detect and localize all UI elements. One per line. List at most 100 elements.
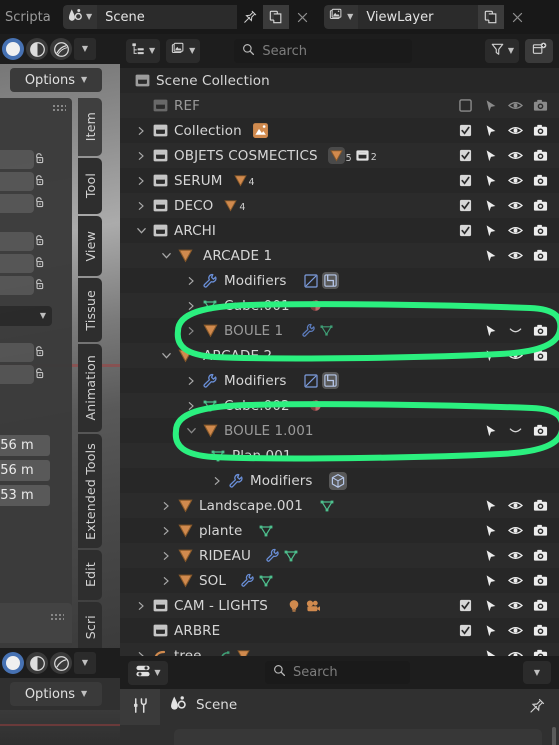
- disclosure-triangle[interactable]: [157, 551, 175, 561]
- selectable-icon[interactable]: [478, 593, 503, 618]
- viewlayer-name-field[interactable]: ViewLayer: [358, 5, 479, 29]
- collection-badge-icon[interactable]: 2: [355, 148, 377, 163]
- camera-icon[interactable]: [528, 643, 553, 656]
- scene-browse-button[interactable]: ▼: [63, 5, 98, 29]
- lock-location-x-icon[interactable]: [33, 152, 46, 165]
- location-y-field[interactable]: [0, 172, 34, 191]
- table-row[interactable]: Scene Collection: [120, 68, 559, 93]
- tab-tool[interactable]: Tool: [78, 158, 102, 214]
- disclosure-triangle[interactable]: [182, 276, 200, 286]
- disclosure-triangle[interactable]: [132, 126, 150, 136]
- material-icon[interactable]: [308, 398, 323, 413]
- eye-open-icon[interactable]: [503, 218, 528, 243]
- rotation-z-field[interactable]: [0, 276, 34, 295]
- solidify-modifier-icon[interactable]: [321, 272, 339, 289]
- table-row[interactable]: DECO 4: [120, 193, 559, 218]
- eye-open-icon[interactable]: [503, 568, 528, 593]
- disclosure-triangle[interactable]: [182, 301, 200, 311]
- selectable-icon[interactable]: [478, 93, 503, 118]
- light-badge-icon[interactable]: [286, 598, 302, 614]
- viewport-3d-secondary[interactable]: ▼ Options ▼: [0, 648, 120, 745]
- lock-rotation-z-icon[interactable]: [33, 278, 46, 291]
- camera-icon[interactable]: [528, 493, 553, 518]
- camera-icon[interactable]: [528, 118, 553, 143]
- eye-open-icon[interactable]: [503, 343, 528, 368]
- disclosure-triangle[interactable]: [132, 601, 150, 611]
- camera-icon[interactable]: [528, 418, 553, 443]
- camera-icon[interactable]: [528, 518, 553, 543]
- grip-dots-icon[interactable]: [52, 104, 66, 112]
- table-row[interactable]: BOULE 1: [120, 318, 559, 343]
- shading-material-button-2[interactable]: [26, 652, 48, 674]
- eye-open-icon[interactable]: [503, 143, 528, 168]
- eye-open-icon[interactable]: [503, 643, 528, 656]
- lock-rotation-y-icon[interactable]: [33, 256, 46, 269]
- lock-location-y-icon[interactable]: [33, 174, 46, 187]
- properties-panel-section[interactable]: [174, 729, 542, 745]
- selectable-icon[interactable]: [478, 618, 503, 643]
- table-row[interactable]: BOULE 1.001: [120, 418, 559, 443]
- camera-badge-icon[interactable]: [305, 598, 321, 614]
- table-row[interactable]: OBJETS COSMECTICS 5 2: [120, 143, 559, 168]
- mesh-badge-icon[interactable]: [236, 648, 251, 656]
- mesh-data-icon[interactable]: [258, 573, 274, 589]
- shading-material-button[interactable]: [26, 38, 48, 60]
- lock-rotation-x-icon[interactable]: [33, 234, 46, 247]
- selectable-icon[interactable]: [478, 143, 503, 168]
- tab-item[interactable]: Item: [78, 98, 102, 156]
- properties-editor[interactable]: ▼ Search ▼ Scene: [120, 656, 559, 745]
- checkbox-on[interactable]: [453, 118, 478, 143]
- solidify-modifier-icon[interactable]: [321, 372, 339, 389]
- checkbox-on[interactable]: [453, 143, 478, 168]
- selectable-icon[interactable]: [478, 418, 503, 443]
- grip-dots-icon[interactable]: [50, 613, 64, 621]
- camera-icon[interactable]: [528, 243, 553, 268]
- selectable-icon[interactable]: [478, 243, 503, 268]
- workspace-tab-scripting[interactable]: Scripta: [0, 10, 60, 25]
- outliner-filter-button[interactable]: ▼: [484, 39, 519, 63]
- camera-icon[interactable]: [528, 93, 553, 118]
- rotation-y-field[interactable]: [0, 254, 34, 273]
- camera-icon[interactable]: [528, 318, 553, 343]
- outliner-new-collection-button[interactable]: [525, 39, 553, 63]
- table-row[interactable]: SOL: [120, 568, 559, 593]
- location-z-field[interactable]: [0, 194, 34, 213]
- mesh-data-icon[interactable]: [283, 548, 299, 564]
- tab-scripting[interactable]: Scri: [78, 602, 102, 648]
- shading-rendered-button[interactable]: [50, 38, 72, 60]
- eye-open-icon[interactable]: [503, 93, 528, 118]
- scene-delete-button[interactable]: [289, 5, 315, 29]
- camera-icon[interactable]: [528, 218, 553, 243]
- camera-icon[interactable]: [528, 193, 553, 218]
- tab-extended-tools[interactable]: Extended Tools: [78, 434, 102, 548]
- mesh-data-icon[interactable]: [319, 323, 334, 338]
- disclosure-triangle[interactable]: [157, 350, 175, 361]
- table-row[interactable]: RIDEAU: [120, 543, 559, 568]
- table-row[interactable]: Modifiers: [120, 268, 559, 293]
- rotation-mode-dropdown[interactable]: ▼: [0, 306, 52, 326]
- scale-x-field[interactable]: [0, 343, 34, 362]
- tab-animation[interactable]: Animation: [78, 344, 102, 432]
- table-row[interactable]: ARCADE 2: [120, 343, 559, 368]
- eye-open-icon[interactable]: [503, 493, 528, 518]
- image-badge-icon[interactable]: [252, 122, 269, 139]
- table-row[interactable]: Modifiers: [120, 368, 559, 393]
- camera-icon[interactable]: [528, 568, 553, 593]
- tab-tool-properties[interactable]: [120, 689, 160, 725]
- selectable-icon[interactable]: [478, 118, 503, 143]
- shading-rendered-button-2[interactable]: [50, 652, 72, 674]
- material-icon[interactable]: [308, 298, 323, 313]
- mesh-data-icon[interactable]: [319, 498, 335, 514]
- scene-new-button[interactable]: [263, 5, 290, 29]
- selectable-icon[interactable]: [478, 193, 503, 218]
- viewlayer-browse-button[interactable]: ▼: [324, 5, 359, 29]
- viewport-3d[interactable]: ▼ Options ▼ ▼ 556 m: [0, 34, 120, 648]
- table-row[interactable]: ARBRE: [120, 618, 559, 643]
- dimension-y-field[interactable]: 556 m: [0, 460, 50, 481]
- shading-options-dropdown-2[interactable]: ▼: [74, 652, 96, 674]
- outliner-id-filter-button[interactable]: ▼: [166, 39, 201, 63]
- table-row[interactable]: REF: [120, 93, 559, 118]
- viewlayer-new-button[interactable]: [478, 5, 505, 29]
- selectable-icon[interactable]: [478, 543, 503, 568]
- shading-wireframe-button[interactable]: [2, 38, 24, 60]
